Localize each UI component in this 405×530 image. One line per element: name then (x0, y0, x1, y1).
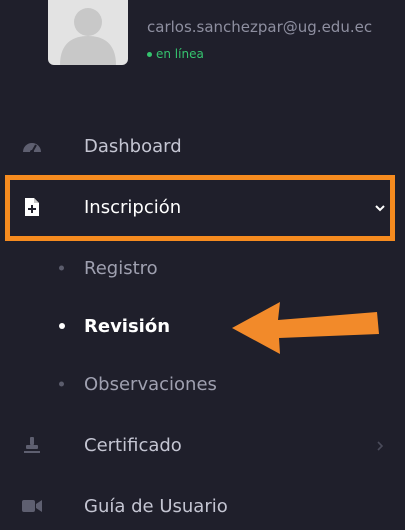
user-email: carlos.sanchezpar@ug.edu.ec (147, 18, 373, 36)
sidebar-item-inscripcion[interactable]: Inscripción (0, 183, 405, 231)
sidebar-item-label: Inscripción (84, 196, 182, 218)
sidebar-item-certificado[interactable]: Certificado (0, 421, 405, 469)
user-panel: carlos.sanchezpar@ug.edu.ec en línea (0, 0, 405, 90)
sidebar-item-label: Guía de Usuario (84, 495, 228, 517)
submenu-item-observaciones[interactable]: Observaciones (0, 362, 405, 406)
sidebar-item-dashboard[interactable]: Dashboard (0, 122, 405, 170)
online-status-label: en línea (156, 47, 204, 61)
chevron-down-icon[interactable] (373, 200, 387, 214)
left-arrow-annotation (232, 302, 379, 354)
online-status: en línea (147, 47, 204, 61)
user-silhouette-icon (60, 8, 116, 65)
submenu-item-label: Revisión (84, 315, 171, 337)
bullet-icon (59, 381, 64, 387)
speedometer-icon (22, 136, 42, 156)
sidebar: carlos.sanchezpar@ug.edu.ec en línea Das… (0, 0, 405, 517)
submenu-item-label: Registro (84, 257, 158, 279)
submenu-item-registro[interactable]: Registro (0, 246, 405, 290)
bullet-icon (59, 323, 65, 329)
online-dot-icon (147, 51, 152, 57)
video-camera-icon (22, 496, 42, 516)
bullet-icon (59, 265, 64, 271)
file-add-icon (22, 197, 42, 217)
stamp-icon (22, 435, 42, 455)
sidebar-item-label: Certificado (84, 434, 182, 456)
chevron-right-icon[interactable] (373, 438, 387, 452)
sidebar-item-label: Dashboard (84, 135, 182, 157)
avatar[interactable] (48, 0, 128, 65)
sidebar-item-guia-usuario[interactable]: Guía de Usuario (0, 482, 405, 530)
submenu-item-label: Observaciones (84, 373, 217, 395)
